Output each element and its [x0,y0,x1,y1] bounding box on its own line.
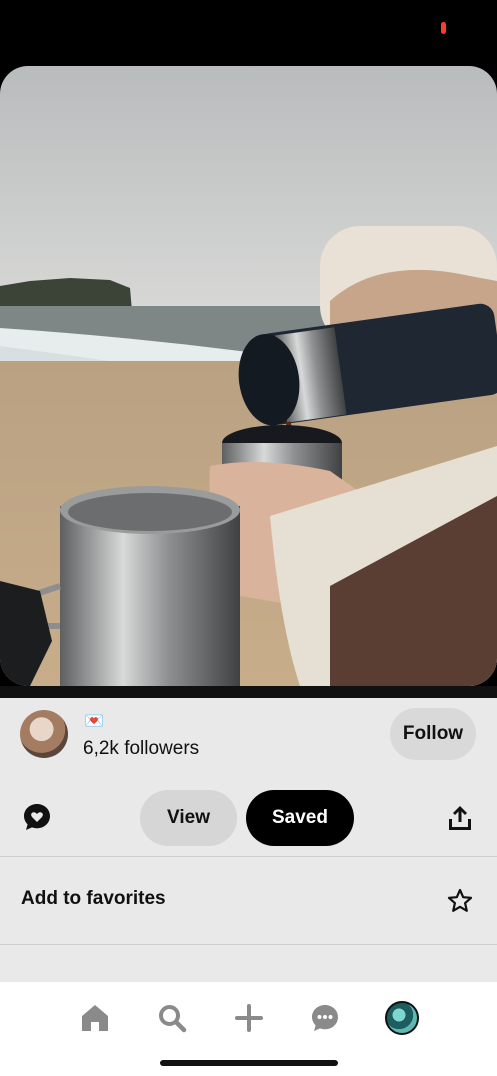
chat-icon [312,1005,338,1031]
status-bar [0,0,497,60]
pin-actions-sheet: 💌 6,2k followers Follow View Saved Add t… [0,698,497,982]
view-button[interactable]: View [140,790,237,846]
plus-icon [235,1004,263,1032]
pin-image[interactable] [0,66,497,686]
saved-button[interactable]: Saved [246,790,354,846]
creator-avatar[interactable] [20,710,68,758]
nav-search[interactable] [144,990,200,1046]
pin-photo-illustration [0,66,497,686]
profile-avatar [385,1001,419,1035]
home-icon [82,1005,108,1031]
divider [0,856,497,857]
divider [0,944,497,945]
follow-button[interactable]: Follow [390,708,476,760]
image-bottom-edge [0,686,497,698]
search-icon [159,1005,187,1033]
add-to-favorites-label[interactable]: Add to favorites [21,888,166,910]
nav-home[interactable] [67,990,123,1046]
nav-profile[interactable] [374,990,430,1046]
nav-messages[interactable] [297,990,353,1046]
home-indicator[interactable] [160,1060,338,1066]
star-icon[interactable] [447,888,473,914]
recording-indicator [441,22,446,34]
nav-create[interactable] [221,990,277,1046]
comment-icon[interactable] [22,802,52,832]
follower-count: 6,2k followers [83,738,200,759]
creator-name[interactable]: 💌 [84,712,104,732]
share-icon[interactable] [446,804,474,832]
